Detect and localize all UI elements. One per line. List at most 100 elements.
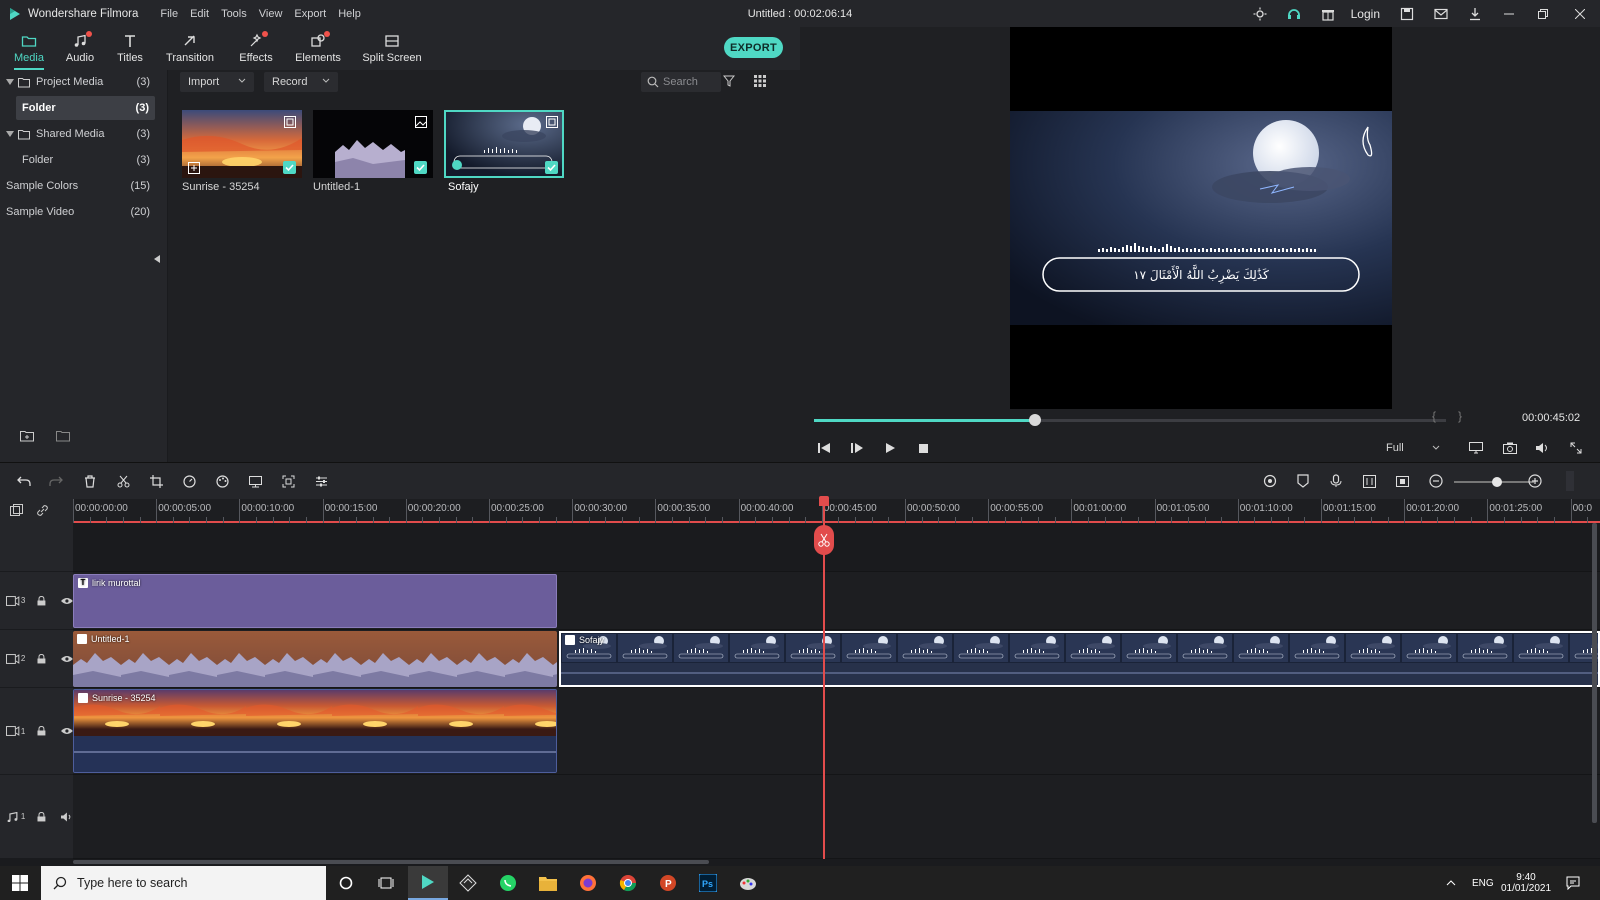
audio-mixer-icon[interactable]	[1359, 471, 1379, 491]
render-preview-icon[interactable]	[1260, 471, 1280, 491]
menu-tools[interactable]: Tools	[221, 8, 247, 20]
restore-icon[interactable]	[1526, 0, 1560, 27]
preview-seekbar[interactable]	[814, 414, 1446, 426]
track-row-audio-1[interactable]	[73, 775, 1600, 859]
tab-transition[interactable]: Transition	[160, 27, 220, 70]
filter-icon[interactable]	[723, 75, 735, 87]
play-icon[interactable]	[880, 438, 900, 458]
sofajy-clip[interactable]: Sofajy	[559, 631, 1600, 687]
zoom-in-icon[interactable]	[1525, 471, 1545, 491]
tray-chevron-icon[interactable]	[1446, 866, 1456, 900]
track-row-video-2[interactable]: Untitled-1 Sofajy	[73, 630, 1600, 688]
task-view-icon[interactable]	[366, 866, 406, 900]
eye-icon[interactable]	[61, 655, 73, 663]
monitor-icon[interactable]	[1466, 438, 1486, 458]
library-folder-selected[interactable]: Folder (3)	[16, 96, 155, 120]
library-shared-media[interactable]: Shared Media (3)	[0, 122, 160, 146]
library-sample-colors[interactable]: Sample Colors (15)	[0, 174, 160, 198]
folder-icon[interactable]	[56, 430, 70, 442]
collapse-panel-icon[interactable]	[154, 255, 160, 263]
lock-icon[interactable]	[37, 726, 46, 736]
eye-icon[interactable]	[61, 727, 73, 735]
photoshop-icon[interactable]: Ps	[688, 866, 728, 900]
marker-icon[interactable]	[1293, 471, 1313, 491]
snapshot-frame-icon[interactable]	[1392, 471, 1412, 491]
media-item-sofajy[interactable]	[444, 110, 564, 178]
add-track-icon[interactable]	[10, 504, 23, 517]
scrollbar-thumb[interactable]	[73, 860, 709, 864]
speed-icon[interactable]	[179, 471, 199, 491]
close-icon[interactable]	[1560, 0, 1600, 27]
whatsapp-icon[interactable]	[488, 866, 528, 900]
taskbar-search-input[interactable]: Type here to search	[41, 866, 326, 900]
crop-icon[interactable]	[146, 471, 166, 491]
undo-icon[interactable]	[14, 471, 34, 491]
app-diamond-icon[interactable]	[448, 866, 488, 900]
mark-out-icon[interactable]: }	[1458, 409, 1462, 423]
media-item-untitled[interactable]	[313, 110, 433, 178]
playhead-handle[interactable]	[819, 496, 829, 506]
import-dropdown[interactable]: Import	[180, 72, 254, 92]
seekbar-handle[interactable]	[1029, 414, 1042, 426]
timeline-ruler[interactable]: 00:00:00:00 00:00:05:00 00:00:10:00 00:00:1…	[73, 499, 1600, 523]
tab-media[interactable]: Media	[8, 27, 50, 70]
firefox-icon[interactable]	[568, 866, 608, 900]
notifications-icon[interactable]	[1566, 866, 1580, 900]
sun-icon[interactable]	[1243, 0, 1277, 27]
playhead-split-button[interactable]	[814, 525, 834, 555]
paint-icon[interactable]	[728, 866, 768, 900]
track-row-video-1[interactable]: Sunrise - 35254	[73, 688, 1600, 775]
tab-split-screen[interactable]: Split Screen	[360, 27, 424, 70]
save-icon[interactable]	[1390, 0, 1424, 27]
fullscreen-icon[interactable]	[1566, 438, 1586, 458]
lock-icon[interactable]	[37, 811, 46, 822]
volume-icon[interactable]	[1533, 438, 1553, 458]
tab-audio[interactable]: Audio	[60, 27, 100, 70]
video-preview[interactable]: كَذَٰلِكَ يَضْرِبُ اللَّهُ الْأَمْثَالَ …	[1010, 27, 1392, 409]
track-drop-zone[interactable]	[73, 523, 1600, 572]
export-button[interactable]: EXPORT	[724, 37, 783, 58]
filmora-taskbar-icon[interactable]	[408, 866, 448, 900]
color-palette-icon[interactable]	[212, 471, 232, 491]
cortana-icon[interactable]	[326, 866, 366, 900]
powerpoint-icon[interactable]: P	[648, 866, 688, 900]
clock[interactable]: 9:40 01/01/2021	[1500, 866, 1552, 900]
zoom-slider-handle[interactable]	[1492, 477, 1502, 487]
delete-icon[interactable]	[80, 471, 100, 491]
search-input[interactable]: Search	[641, 72, 721, 92]
mark-in-icon[interactable]: {	[1432, 409, 1436, 423]
language-indicator[interactable]: ENG	[1472, 866, 1494, 900]
minimize-icon[interactable]	[1492, 0, 1526, 27]
download-icon[interactable]	[1458, 0, 1492, 27]
media-item-sunrise[interactable]	[182, 110, 302, 178]
tab-elements[interactable]: Elements	[292, 27, 344, 70]
link-icon[interactable]	[36, 504, 49, 517]
panel-toggle[interactable]	[1566, 471, 1574, 491]
grid-view-icon[interactable]	[754, 75, 766, 87]
adjust-settings-icon[interactable]	[311, 471, 331, 491]
prev-frame-icon[interactable]	[814, 438, 834, 458]
tab-titles[interactable]: Titles	[110, 27, 150, 70]
add-to-timeline-icon[interactable]	[188, 162, 200, 174]
login-link[interactable]: Login	[1351, 7, 1380, 21]
fit-frame-icon[interactable]	[278, 471, 298, 491]
menu-file[interactable]: File	[160, 8, 178, 20]
menu-export[interactable]: Export	[294, 8, 326, 20]
title-clip[interactable]: Tlirik murottal	[73, 574, 557, 628]
lock-icon[interactable]	[37, 653, 46, 664]
library-sample-video[interactable]: Sample Video (20)	[0, 200, 160, 224]
split-scissors-icon[interactable]	[113, 471, 133, 491]
chrome-icon[interactable]	[608, 866, 648, 900]
quality-select[interactable]: Full	[1378, 438, 1446, 458]
voiceover-mic-icon[interactable]	[1326, 471, 1346, 491]
new-folder-icon[interactable]	[20, 430, 34, 442]
library-shared-folder[interactable]: Folder (3)	[0, 148, 160, 172]
stop-icon[interactable]	[913, 438, 933, 458]
eye-icon[interactable]	[61, 597, 73, 605]
library-project-media[interactable]: Project Media (3)	[0, 70, 160, 94]
headset-icon[interactable]	[1277, 0, 1311, 27]
menu-view[interactable]: View	[259, 8, 283, 20]
zoom-out-icon[interactable]	[1426, 471, 1446, 491]
track-row-video-3[interactable]: Tlirik murottal	[73, 572, 1600, 630]
mail-icon[interactable]	[1424, 0, 1458, 27]
